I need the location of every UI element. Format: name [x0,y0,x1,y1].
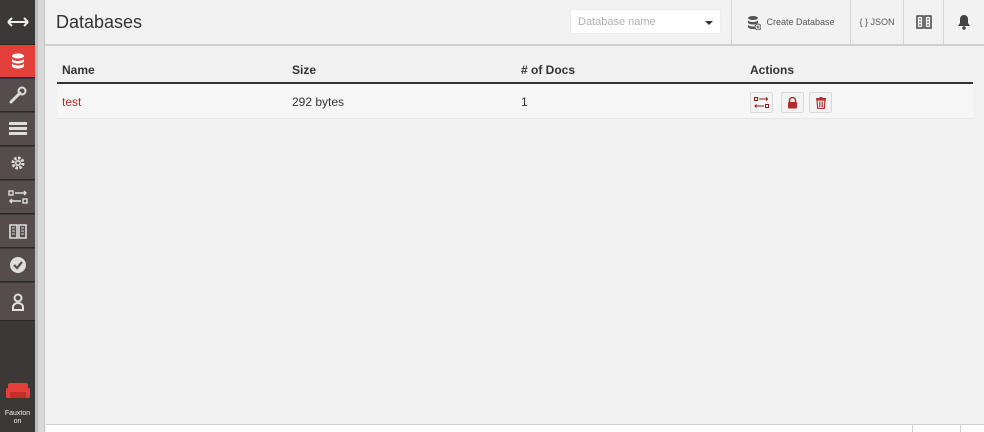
column-header-docs[interactable]: # of Docs [521,63,575,77]
sidebar-item-user[interactable] [0,283,35,321]
column-header-actions: Actions [750,63,795,77]
header: Databases Create Database { } JSON [45,0,984,46]
sidebar-item-databases[interactable] [0,45,35,78]
create-database-button[interactable]: Create Database [731,0,850,44]
notifications-button[interactable] [943,0,984,44]
database-size: 292 bytes [292,95,345,109]
database-permissions-button[interactable] [781,92,804,113]
expand-arrows-icon [6,17,29,27]
database-icon [11,53,24,68]
replicate-icon [7,190,28,204]
bell-icon [958,15,970,30]
database-add-icon [748,15,762,30]
table-row: test 292 bytes 1 [57,84,973,119]
chevron-down-icon[interactable] [705,21,713,25]
sidebar-toggle-button[interactable] [0,0,35,45]
sidebar-item-replication[interactable] [0,181,35,214]
sidebar-item-verify[interactable] [0,249,35,282]
user-icon [11,293,24,311]
sidebar-divider [35,0,45,432]
databases-table: Name Size # of Docs Actions test 292 byt… [57,55,973,119]
documentation-button[interactable] [903,0,943,44]
create-database-label: Create Database [766,17,835,27]
json-label: { } JSON [859,17,895,27]
wrench-icon [9,86,26,104]
database-search-input[interactable] [571,10,701,33]
database-search[interactable] [570,9,721,34]
replicate-database-button[interactable] [750,92,773,113]
gear-icon [11,156,24,170]
json-button[interactable]: { } JSON [850,0,903,44]
lock-icon [788,96,797,108]
database-doc-count: 1 [521,95,528,109]
database-name-link[interactable]: test [62,95,81,109]
sidebar-item-documentation[interactable] [0,215,35,248]
sidebar-item-setup[interactable] [0,79,35,112]
column-header-name[interactable]: Name [62,63,95,77]
page-title: Databases [56,12,143,32]
replicate-icon [754,97,769,108]
check-icon [9,257,26,273]
book-icon [8,224,27,239]
sidebar-item-active-tasks[interactable] [0,113,35,146]
footer-divider [960,425,961,432]
delete-database-button[interactable] [809,92,832,113]
footer-divider [912,425,913,432]
column-header-size[interactable]: Size [292,63,316,77]
list-icon [8,122,27,135]
couch-logo-icon [5,380,30,400]
brand-text: Fauxton on [4,410,31,425]
brand: Fauxton on [0,380,35,432]
book-icon [915,15,932,29]
table-header: Name Size # of Docs Actions [57,55,973,84]
trash-icon [815,96,826,109]
footer [46,424,984,432]
sidebar-item-configuration[interactable] [0,147,35,180]
